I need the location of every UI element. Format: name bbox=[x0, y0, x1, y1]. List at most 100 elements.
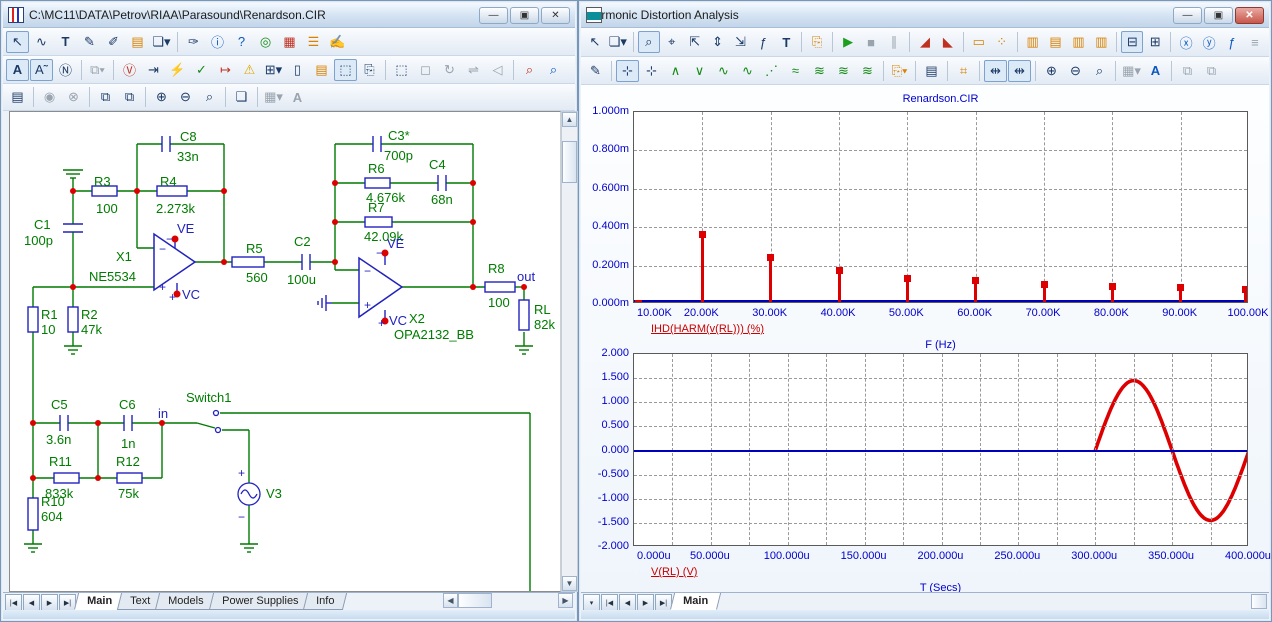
fx-settings-icon[interactable]: ƒ bbox=[1221, 31, 1243, 53]
model-check-icon[interactable]: ▦ bbox=[278, 31, 301, 53]
horizontal-scroll-thumb[interactable] bbox=[1251, 594, 1267, 609]
zoom-area-icon[interactable]: ⌕ bbox=[1088, 60, 1111, 82]
find-component-icon[interactable]: ◎ bbox=[254, 31, 277, 53]
horizontal-axis-grids-icon[interactable]: ▥ bbox=[1022, 31, 1044, 53]
inflection-icon[interactable]: ≈ bbox=[784, 60, 807, 82]
send-back-icon[interactable]: ⧉ bbox=[1200, 60, 1223, 82]
y-axis-settings-icon[interactable]: ⓨ bbox=[1198, 31, 1220, 53]
select-icon[interactable]: ↖ bbox=[584, 31, 606, 53]
plot-client-area[interactable]: Renardson.CIR1.000m0.800m0.600m0.400m0.2… bbox=[581, 85, 1269, 592]
shape-menu-icon[interactable]: ❏▾ bbox=[607, 31, 629, 53]
numeric-output-icon[interactable]: ▤ bbox=[920, 60, 943, 82]
info-icon[interactable]: ⓘ bbox=[206, 31, 229, 53]
calculator-icon[interactable]: ⌗ bbox=[952, 60, 975, 82]
multi-plot-icon[interactable]: ⊞ bbox=[1144, 31, 1166, 53]
scroll-left-icon[interactable]: ◀ bbox=[443, 593, 458, 608]
properties-icon[interactable]: ⎘ bbox=[806, 31, 828, 53]
cursor-right-icon[interactable]: ⊹ bbox=[640, 60, 663, 82]
numeric-format-icon[interactable]: ▤ bbox=[1045, 31, 1067, 53]
horizontal-tag-icon[interactable]: ⇲ bbox=[730, 31, 752, 53]
send-back-icon[interactable]: ⧉ bbox=[118, 86, 141, 108]
line-mode-icon[interactable]: ✎ bbox=[78, 31, 101, 53]
schematic-nav-icon-0[interactable]: |◀ bbox=[5, 594, 22, 611]
data-point-labels-icon[interactable]: ⁘ bbox=[991, 31, 1013, 53]
vertical-grids-icon[interactable]: ▥ bbox=[1068, 31, 1090, 53]
help-icon[interactable]: ? bbox=[230, 31, 253, 53]
notes-icon[interactable]: ▤ bbox=[6, 86, 29, 108]
cursor-left-icon[interactable]: ⊹ bbox=[616, 60, 639, 82]
maximize-button[interactable]: ▣ bbox=[510, 7, 539, 24]
analysis-tab-main[interactable]: Main bbox=[670, 593, 721, 610]
formula-text-icon[interactable]: ƒ bbox=[752, 31, 774, 53]
text-mode-icon[interactable]: T bbox=[54, 31, 77, 53]
font-icon[interactable]: A bbox=[286, 86, 309, 108]
font-icon[interactable]: A bbox=[1144, 60, 1167, 82]
high-icon[interactable]: ∿ bbox=[712, 60, 735, 82]
wire-mode-icon[interactable]: ∿ bbox=[30, 31, 53, 53]
bring-front-icon[interactable]: ⧉ bbox=[94, 86, 117, 108]
show-conditions-icon[interactable]: ✓ bbox=[190, 59, 213, 81]
slope-icon[interactable]: ⋰ bbox=[760, 60, 783, 82]
show-attributes-icon[interactable]: A bbox=[6, 59, 29, 81]
schematic-nav-icon-1[interactable]: ◀ bbox=[23, 594, 40, 611]
export-icon[interactable]: ✍ bbox=[326, 31, 349, 53]
ihd-stem-plot[interactable] bbox=[633, 111, 1248, 303]
low-icon[interactable]: ∿ bbox=[736, 60, 759, 82]
find-icon[interactable]: ⌕ bbox=[518, 59, 541, 81]
shape-menu-icon[interactable]: ❏▾ bbox=[150, 31, 173, 53]
scroll-right-icon[interactable]: ▶ bbox=[558, 593, 573, 608]
peak-icon[interactable]: ∧ bbox=[664, 60, 687, 82]
region-icon[interactable]: ◻ bbox=[414, 59, 437, 81]
pin-connections-icon[interactable]: ↦ bbox=[214, 59, 237, 81]
align-cursors-icon[interactable]: ⇹ bbox=[984, 60, 1007, 82]
analysis-nav-icon-2[interactable]: ◀ bbox=[619, 594, 636, 611]
close-button[interactable]: ✕ bbox=[541, 7, 570, 24]
analysis-nav-icon-3[interactable]: ▶ bbox=[637, 594, 654, 611]
flag-icon[interactable]: ✑ bbox=[182, 31, 205, 53]
show-power-icon[interactable]: ⚡ bbox=[166, 59, 189, 81]
envelope-icon[interactable]: ≋ bbox=[856, 60, 879, 82]
sheet-icon[interactable]: ▯ bbox=[286, 59, 309, 81]
analysis-nav-icon-0[interactable]: ▾ bbox=[583, 594, 600, 611]
grid-menu-icon[interactable]: ⊞▾ bbox=[262, 59, 285, 81]
schematic-vertical-scrollbar[interactable]: ▲ ▼ bbox=[561, 111, 578, 592]
zoom-in-icon[interactable]: ⊕ bbox=[1040, 60, 1063, 82]
scroll-down-icon[interactable]: ▼ bbox=[562, 576, 577, 591]
show-values-icon[interactable]: A˜ bbox=[30, 59, 53, 81]
bring-front-icon[interactable]: ⧉ bbox=[1176, 60, 1199, 82]
bus-icon[interactable]: ▤ bbox=[126, 31, 149, 53]
schematic-titlebar[interactable]: C:\MC11\DATA\Petrov\RIAA\Parasound\Renar… bbox=[3, 3, 575, 28]
schematic-tab-info[interactable]: Info bbox=[303, 593, 348, 610]
analysis-nav-icon-1[interactable]: |◀ bbox=[601, 594, 618, 611]
paste-menu-icon[interactable]: ⧉▾ bbox=[86, 59, 109, 81]
horizontal-scroll-thumb[interactable] bbox=[458, 593, 492, 608]
ruler-icon[interactable]: ▭ bbox=[968, 31, 990, 53]
select-icon[interactable]: ↖ bbox=[6, 31, 29, 53]
show-currents-icon[interactable]: ⇥ bbox=[142, 59, 165, 81]
data-points-icon[interactable]: ◢ bbox=[914, 31, 936, 53]
global-high-icon[interactable]: ≋ bbox=[808, 60, 831, 82]
vrl-waveform-plot[interactable] bbox=[633, 353, 1248, 546]
vertical-scroll-thumb[interactable] bbox=[562, 141, 577, 183]
close-button[interactable]: ✕ bbox=[1235, 7, 1264, 24]
schematic-horizontal-scrollbar[interactable]: ◀ ▶ bbox=[443, 593, 573, 608]
minimize-button[interactable]: — bbox=[1173, 7, 1202, 24]
pencil-icon[interactable]: ✐ bbox=[102, 31, 125, 53]
rotate-icon[interactable]: ↻ bbox=[438, 59, 461, 81]
page-icon[interactable]: ❏ bbox=[230, 86, 253, 108]
analysis-titlebar[interactable]: Harmonic Distortion Analysis — ▣ ✕ bbox=[581, 3, 1269, 28]
sheet-info-icon[interactable]: ▤ bbox=[310, 59, 333, 81]
edit-icon[interactable]: ✎ bbox=[584, 60, 607, 82]
close-circle-icon[interactable]: ⊗ bbox=[62, 86, 85, 108]
scale-mode-icon[interactable]: ⌕ bbox=[638, 31, 660, 53]
scroll-up-icon[interactable]: ▲ bbox=[562, 112, 577, 127]
zoom-out-icon[interactable]: ⊖ bbox=[1064, 60, 1087, 82]
numeric-list-icon[interactable]: ≡ bbox=[1244, 31, 1266, 53]
zoom-out-icon[interactable]: ⊖ bbox=[174, 86, 197, 108]
zoom-area-icon[interactable]: ⌕ bbox=[198, 86, 221, 108]
schematic-nav-icon-2[interactable]: ▶ bbox=[41, 594, 58, 611]
minimize-button[interactable]: — bbox=[479, 7, 508, 24]
transform-box-icon[interactable]: ⬚ bbox=[390, 59, 413, 81]
valley-icon[interactable]: ∨ bbox=[688, 60, 711, 82]
stop-icon[interactable]: ■ bbox=[860, 31, 882, 53]
